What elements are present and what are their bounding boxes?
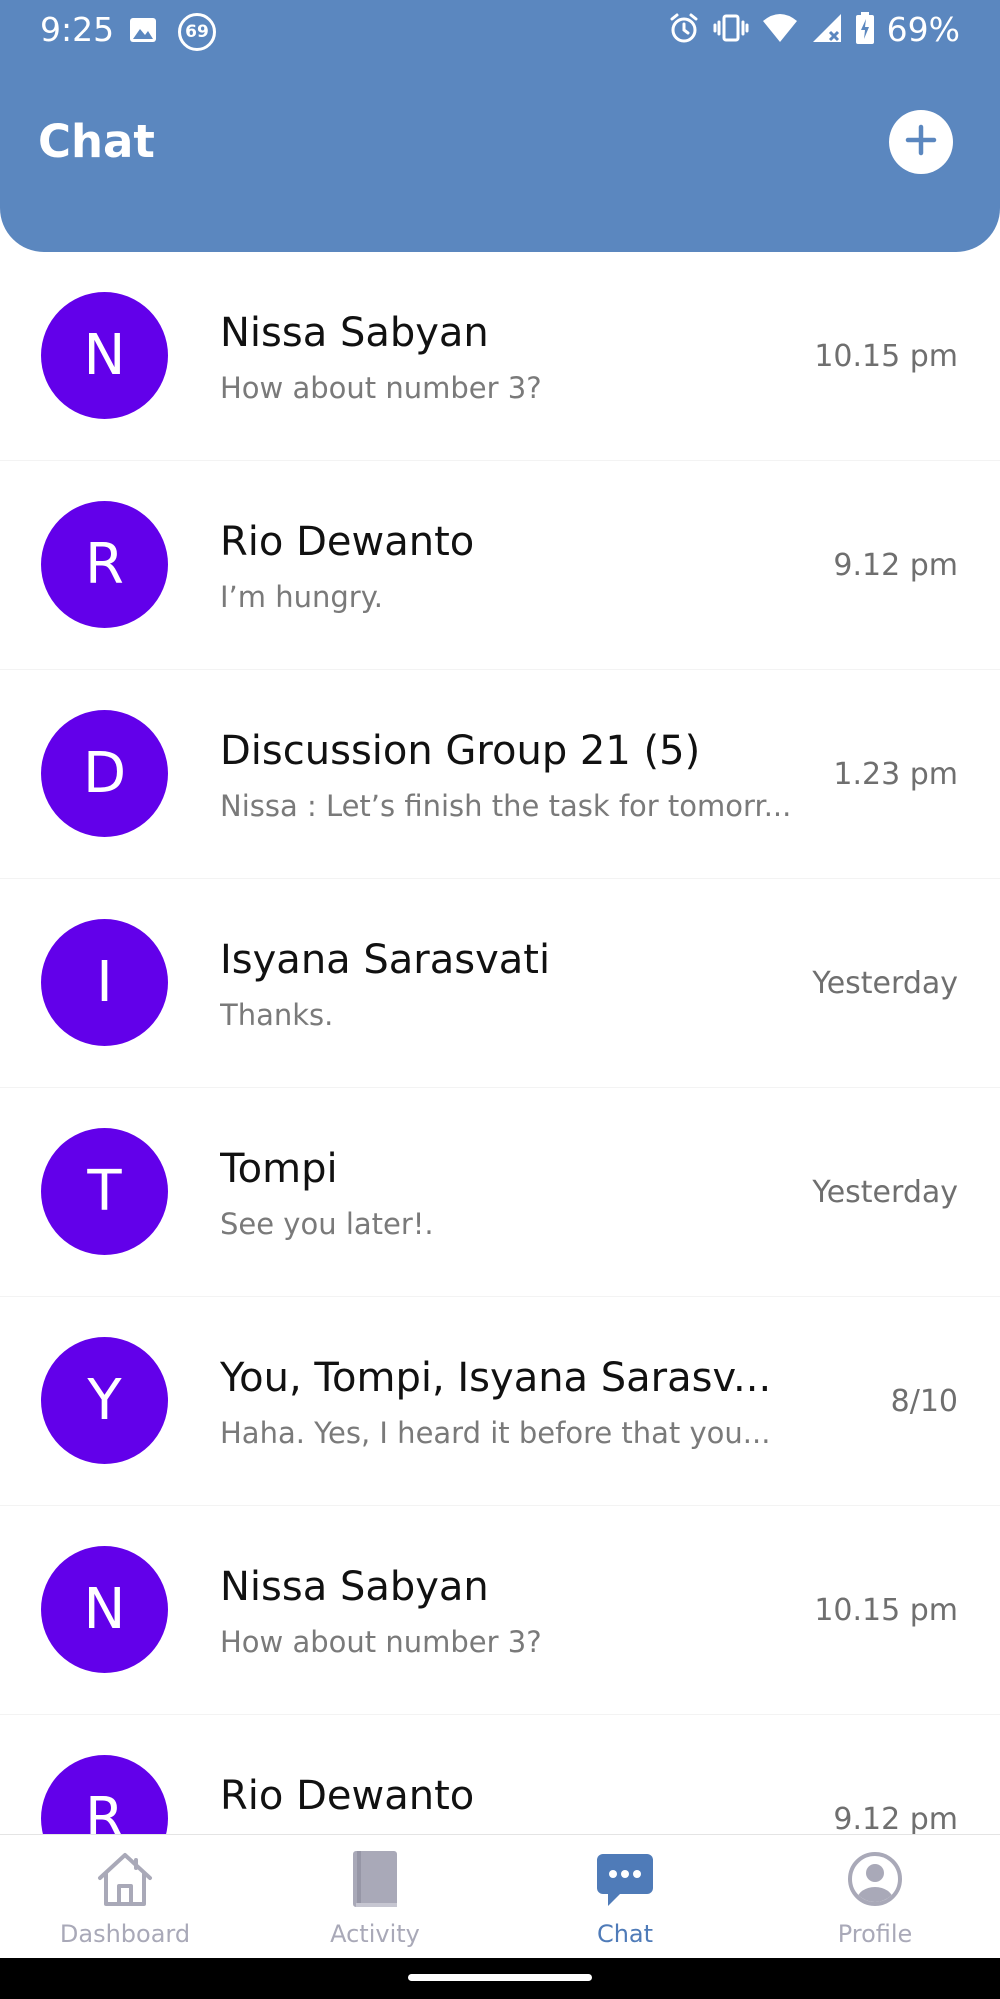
new-chat-button[interactable] (889, 110, 953, 174)
chat-preview: I’m hungry. (220, 580, 383, 614)
notification-count: 69 (185, 22, 209, 42)
vibrate-icon (713, 11, 749, 49)
status-time: 9:25 (40, 10, 115, 49)
chat-preview: See you later!. (220, 1207, 434, 1241)
status-bar: 9:25 69 69% (0, 0, 1000, 64)
chat-list-item[interactable]: D Discussion Group 21 (5) Nissa : Let’s … (0, 670, 1000, 879)
nav-item-dashboard[interactable]: Dashboard (0, 1835, 250, 1959)
chat-time: 9.12 pm (833, 1802, 958, 1834)
app-header: 9:25 69 69% Chat (0, 0, 1000, 252)
avatar: R (41, 1755, 168, 1834)
chat-preview: Nissa : Let’s finish the task for tomorr… (220, 789, 792, 823)
avatar: Y (41, 1337, 168, 1464)
chat-name: Rio Dewanto (220, 519, 475, 565)
avatar: N (41, 292, 168, 419)
battery-percentage: 69% (886, 10, 960, 49)
system-navigation-bar (0, 1958, 1000, 1999)
status-right-icons: 69% (667, 10, 960, 50)
chat-list-item[interactable]: Y You, Tompi, Isyana Sarasv... Haha. Yes… (0, 1297, 1000, 1506)
chat-name: Tompi (220, 1146, 338, 1192)
home-gesture-handle[interactable] (408, 1974, 592, 1981)
avatar: I (41, 919, 168, 1046)
chat-name: You, Tompi, Isyana Sarasv... (220, 1355, 772, 1401)
nav-item-profile[interactable]: Profile (750, 1835, 1000, 1959)
chat-list-item[interactable]: R Rio Dewanto 9.12 pm (0, 1715, 1000, 1834)
chat-name: Isyana Sarasvati (220, 937, 551, 983)
chat-preview: Thanks. (220, 998, 334, 1032)
battery-icon (855, 11, 875, 49)
nav-label-dashboard: Dashboard (59, 1920, 191, 1948)
home-icon (93, 1847, 157, 1911)
chat-time: 10.15 pm (814, 339, 958, 374)
chat-time: 9.12 pm (833, 548, 958, 583)
profile-icon (843, 1847, 907, 1911)
chat-list-item[interactable]: T Tompi See you later!. Yesterday (0, 1088, 1000, 1297)
chat-name: Discussion Group 21 (5) (220, 728, 701, 774)
chat-list: N Nissa Sabyan How about number 3? 10.15… (0, 252, 1000, 1834)
chat-list-item[interactable]: N Nissa Sabyan How about number 3? 10.15… (0, 252, 1000, 461)
avatar: D (41, 710, 168, 837)
avatar: T (41, 1128, 168, 1255)
nav-label-chat: Chat (596, 1920, 654, 1948)
chat-screen: 9:25 69 69% Chat N Nissa Sabyan How abou… (0, 0, 1000, 1999)
bottom-navigation: Dashboard Activity Chat Profile (0, 1834, 1000, 1958)
avatar: N (41, 1546, 168, 1673)
chat-time: 10.15 pm (814, 1593, 958, 1628)
chat-preview: How about number 3? (220, 1625, 542, 1659)
chat-time: 8/10 (890, 1384, 958, 1419)
chat-time: Yesterday (812, 1175, 958, 1210)
page-title: Chat (38, 115, 155, 168)
nav-label-activity: Activity (330, 1920, 420, 1948)
chat-name: Rio Dewanto (220, 1773, 475, 1819)
chat-preview: How about number 3? (220, 371, 542, 405)
plus-icon (904, 123, 938, 161)
chat-list-item[interactable]: R Rio Dewanto I’m hungry. 9.12 pm (0, 461, 1000, 670)
nav-label-profile: Profile (837, 1920, 913, 1948)
chat-preview: Haha. Yes, I heard it before that you... (220, 1416, 771, 1450)
nav-item-chat[interactable]: Chat (500, 1835, 750, 1959)
nav-item-activity[interactable]: Activity (250, 1835, 500, 1959)
status-left-icons: 69 (128, 12, 216, 52)
wifi-icon (761, 11, 799, 49)
notification-count-icon: 69 (178, 13, 216, 51)
alarm-icon (667, 11, 701, 49)
chat-name: Nissa Sabyan (220, 1564, 489, 1610)
chat-bubble-icon (593, 1847, 657, 1911)
book-icon (343, 1847, 407, 1911)
cellular-icon (811, 11, 843, 49)
image-icon (128, 15, 158, 49)
chat-name: Nissa Sabyan (220, 310, 489, 356)
avatar: R (41, 501, 168, 628)
chat-time: 1.23 pm (833, 757, 958, 792)
chat-list-item[interactable]: N Nissa Sabyan How about number 3? 10.15… (0, 1506, 1000, 1715)
chat-list-item[interactable]: I Isyana Sarasvati Thanks. Yesterday (0, 879, 1000, 1088)
chat-time: Yesterday (812, 966, 958, 1001)
